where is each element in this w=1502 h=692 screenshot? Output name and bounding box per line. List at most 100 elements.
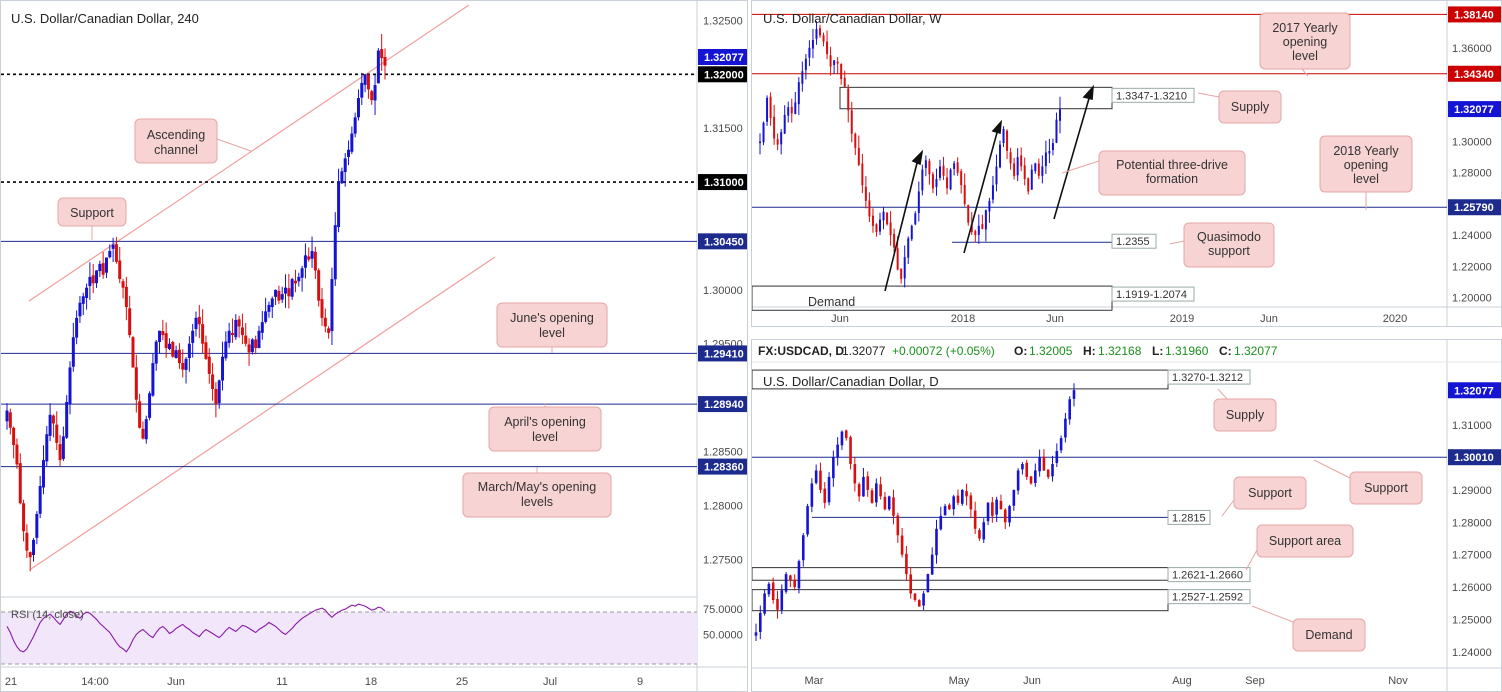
weekly-candle: [981, 224, 984, 229]
h4-candle: [211, 374, 215, 389]
daily-x-tick: Nov: [1388, 675, 1408, 687]
h4-candle: [114, 244, 118, 262]
info-open-label: O:: [1014, 344, 1027, 358]
h4-candle: [307, 256, 311, 260]
h4-candle: [237, 319, 241, 327]
daily-candle: [917, 600, 921, 607]
daily-y-tick: 1.24000: [1452, 647, 1492, 659]
callout-march-may-line2: levels: [521, 495, 553, 509]
weekly-chart-panel: 1.3347-1.3210 1.1919-1.2074 1.2355 1.36000…: [751, 0, 1502, 327]
daily-y-tick: 1.29000: [1452, 485, 1492, 497]
weekly-candle: [811, 40, 814, 49]
weekly-candle: [864, 186, 867, 201]
weekly-candle: [896, 248, 899, 270]
daily-candle: [887, 496, 891, 510]
h4-candle: [18, 463, 22, 504]
weekly-candle: [1044, 152, 1047, 167]
weekly-candle: [843, 77, 846, 87]
weekly-candle: [935, 178, 938, 187]
daily-candle: [1016, 470, 1020, 491]
weekly-candle: [910, 225, 913, 240]
weekly-candle: [829, 55, 832, 67]
weekly-candle: [960, 171, 963, 186]
h4-candle: [204, 342, 208, 359]
daily-candle: [909, 574, 913, 594]
weekly-candle: [826, 41, 829, 55]
daily-candle: [827, 476, 831, 503]
daily-y-tick: 1.26000: [1452, 582, 1492, 594]
h4-candle: [75, 317, 79, 338]
h4-candle: [274, 289, 278, 297]
h4-x-tick: 25: [456, 676, 468, 688]
callout-ascending-channel-line1: Ascending: [147, 128, 205, 142]
weekly-candle: [946, 177, 949, 189]
callout-aprils-opening-level: April's opening level: [488, 403, 602, 452]
h4-candle: [260, 322, 264, 333]
info-low: 1.31960: [1165, 344, 1209, 358]
h4-candle: [323, 317, 327, 327]
daily-candle: [853, 464, 857, 484]
callout-ascending-channel-line2: channel: [154, 143, 198, 157]
h4-candle: [91, 275, 95, 284]
weekly-candle: [1027, 178, 1030, 192]
daily-y-tick: 1.25000: [1452, 614, 1492, 626]
daily-candle: [991, 502, 994, 516]
callout-daily-support-area-label: Support area: [1269, 534, 1341, 548]
h4-candle: [240, 327, 244, 336]
h4-candle: [58, 444, 62, 461]
h4-candle: [22, 503, 26, 532]
h4-y-tick: 1.28000: [703, 500, 743, 512]
callout-2018-line1: 2018 Yearly: [1333, 144, 1399, 158]
weekly-chart: 1.3347-1.3210 1.1919-1.2074 1.2355 1.36000…: [752, 1, 1501, 326]
h4-candle: [376, 50, 380, 84]
daily-candle: [870, 490, 874, 503]
weekly-candle: [999, 144, 1001, 168]
h4-candle: [297, 276, 301, 282]
daily-candle: [900, 535, 904, 555]
h4-candle: [250, 339, 254, 353]
weekly-candle: [1009, 152, 1012, 164]
h4-candle: [373, 85, 377, 101]
daily-info-bar: FX:USDCAD, D 1.32077 +0.00072 (+0.05%) O…: [758, 344, 1278, 358]
h4-candle: [101, 263, 105, 275]
h4-candle: [108, 251, 112, 258]
daily-candle: [1072, 390, 1076, 399]
daily-candle: [862, 476, 865, 497]
weekly-candle: [847, 88, 850, 111]
h4-candle: [244, 335, 248, 344]
weekly-candle: [769, 96, 772, 119]
h4-candle: [313, 251, 317, 271]
daily-candle: [986, 502, 990, 522]
h4-candle: [65, 401, 69, 438]
weekly-candle: [977, 225, 980, 235]
h4-chart: 75.0000 50.0000 1.32500 1.31500 1.30000 1.29…: [1, 1, 747, 691]
callout-march-may-line1: March/May's opening: [478, 480, 596, 494]
h4-candle: [15, 444, 19, 465]
weekly-candle: [815, 29, 818, 39]
callout-2018-line3: level: [1353, 172, 1379, 186]
weekly-candle: [984, 210, 987, 230]
h4-candle: [194, 317, 198, 330]
weekly-candle: [917, 191, 920, 213]
h4-candle: [337, 182, 341, 228]
weekly-demand-label: Demand: [808, 295, 855, 309]
h4-candle: [217, 380, 221, 404]
daily-candle: [1025, 462, 1029, 477]
h4-candle: [118, 260, 122, 280]
h4-candle: [350, 133, 354, 152]
callout-junes-line2: level: [539, 326, 565, 340]
weekly-candle: [907, 238, 910, 258]
h4-candle: [25, 532, 29, 551]
h4-candle: [224, 341, 228, 359]
weekly-candle: [995, 166, 998, 185]
weekly-x-tick: Jun: [1046, 313, 1064, 325]
callout-weekly-supply: Supply: [1197, 90, 1282, 124]
h4-candle: [128, 308, 132, 336]
h4-y-tick: 1.31500: [703, 123, 743, 135]
weekly-x-tick: 2018: [951, 313, 975, 325]
h4-title: U.S. Dollar/Canadian Dollar, 240: [11, 11, 199, 26]
rsi-title: RSI (14, close): [11, 609, 84, 621]
h4-candle: [177, 349, 181, 364]
weekly-candle: [1006, 130, 1009, 151]
weekly-candle: [988, 200, 991, 212]
